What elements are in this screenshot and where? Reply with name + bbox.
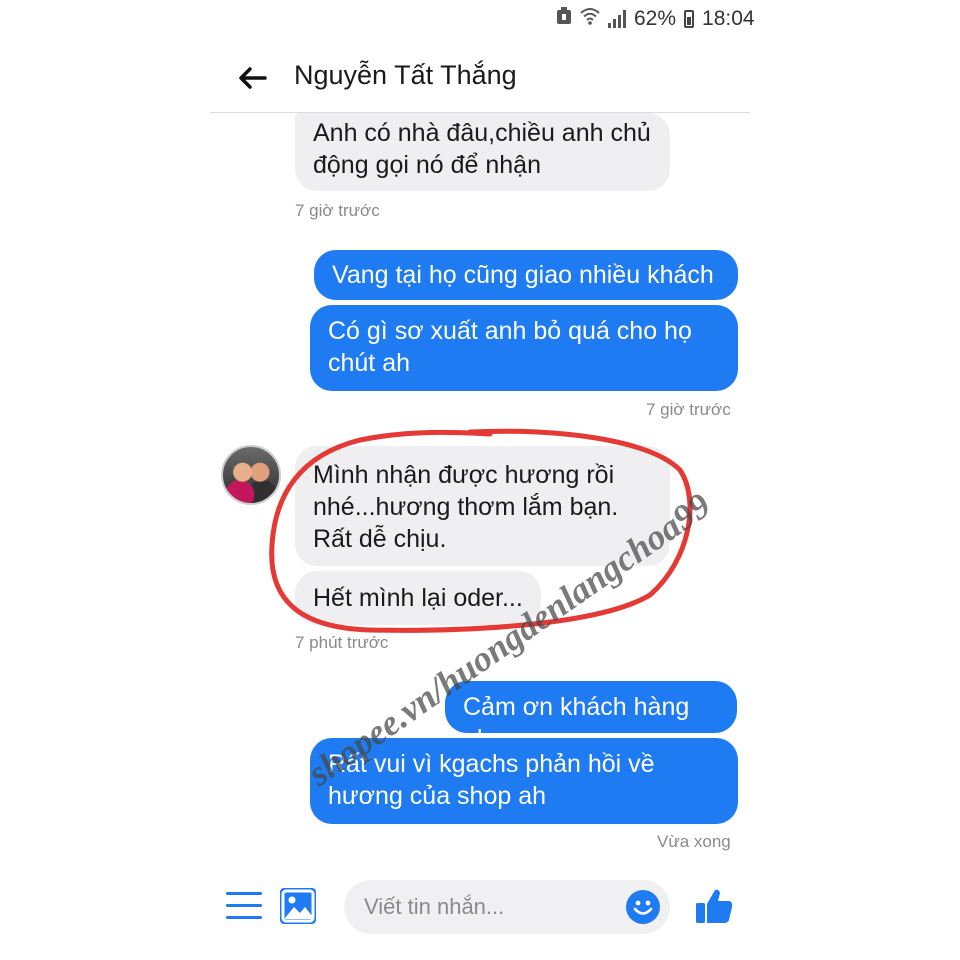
- signal-icon: [608, 10, 626, 28]
- message-line: Rất vui vì kgachs phản hồi về: [328, 750, 655, 778]
- message-timestamp: Vừa xong: [657, 832, 731, 851]
- message-timestamp: 7 giờ trước: [295, 201, 380, 220]
- like-button[interactable]: [694, 886, 734, 926]
- back-button[interactable]: [232, 58, 272, 98]
- message-line: Có gì sơ xuất anh bỏ quá cho họ: [328, 317, 692, 345]
- thumbs-up-icon: [696, 889, 733, 923]
- outgoing-message[interactable]: Vang tại họ cũng giao nhiều khách: [314, 250, 738, 300]
- contact-name: Nguyễn Tất Thắng: [294, 60, 517, 90]
- menu-button[interactable]: [226, 892, 262, 922]
- conversation-header: Nguyễn Tất Thắng: [210, 48, 750, 113]
- message-composer: [210, 870, 750, 944]
- status-bar: 62% 18:04: [556, 4, 755, 34]
- message-line: nhé...hương thơm lắm bạn.: [313, 493, 619, 521]
- arrow-left-icon: [239, 67, 267, 89]
- outgoing-message[interactable]: Cảm ơn khách hàng ah: [445, 681, 737, 753]
- message-line: Anh có nhà đâu,chiều anh chủ: [313, 119, 651, 147]
- battery-percent: 62%: [634, 7, 677, 30]
- image-button[interactable]: [280, 888, 316, 924]
- message-line: chút ah: [328, 349, 411, 377]
- contact-avatar[interactable]: [221, 445, 281, 505]
- message-line: Hết mình lại oder...: [313, 584, 523, 612]
- message-timestamp: 7 giờ trước: [646, 400, 731, 419]
- notification-icon: [556, 7, 572, 31]
- emoji-icon: [633, 900, 653, 915]
- message-line: hương của shop ah: [328, 782, 547, 810]
- clock: 18:04: [702, 7, 755, 30]
- battery-icon: [684, 10, 695, 28]
- wifi-icon: [580, 7, 600, 31]
- emoji-button[interactable]: [626, 890, 660, 924]
- image-icon: [281, 889, 315, 923]
- message-line: động gọi nó để nhận: [313, 151, 541, 179]
- incoming-message[interactable]: Anh có nhà đâu,chiều anh chủ động gọi nó…: [295, 113, 670, 191]
- message-line: Mình nhận được hương rồi: [313, 461, 615, 489]
- message-line: Vang tại họ cũng giao nhiều khách: [332, 261, 714, 289]
- menu-icon: [226, 892, 262, 919]
- message-input[interactable]: [344, 880, 670, 934]
- outgoing-message[interactable]: Có gì sơ xuất anh bỏ quá cho họ chút ah: [310, 305, 738, 391]
- message-timestamp: 7 phút trước: [295, 633, 389, 652]
